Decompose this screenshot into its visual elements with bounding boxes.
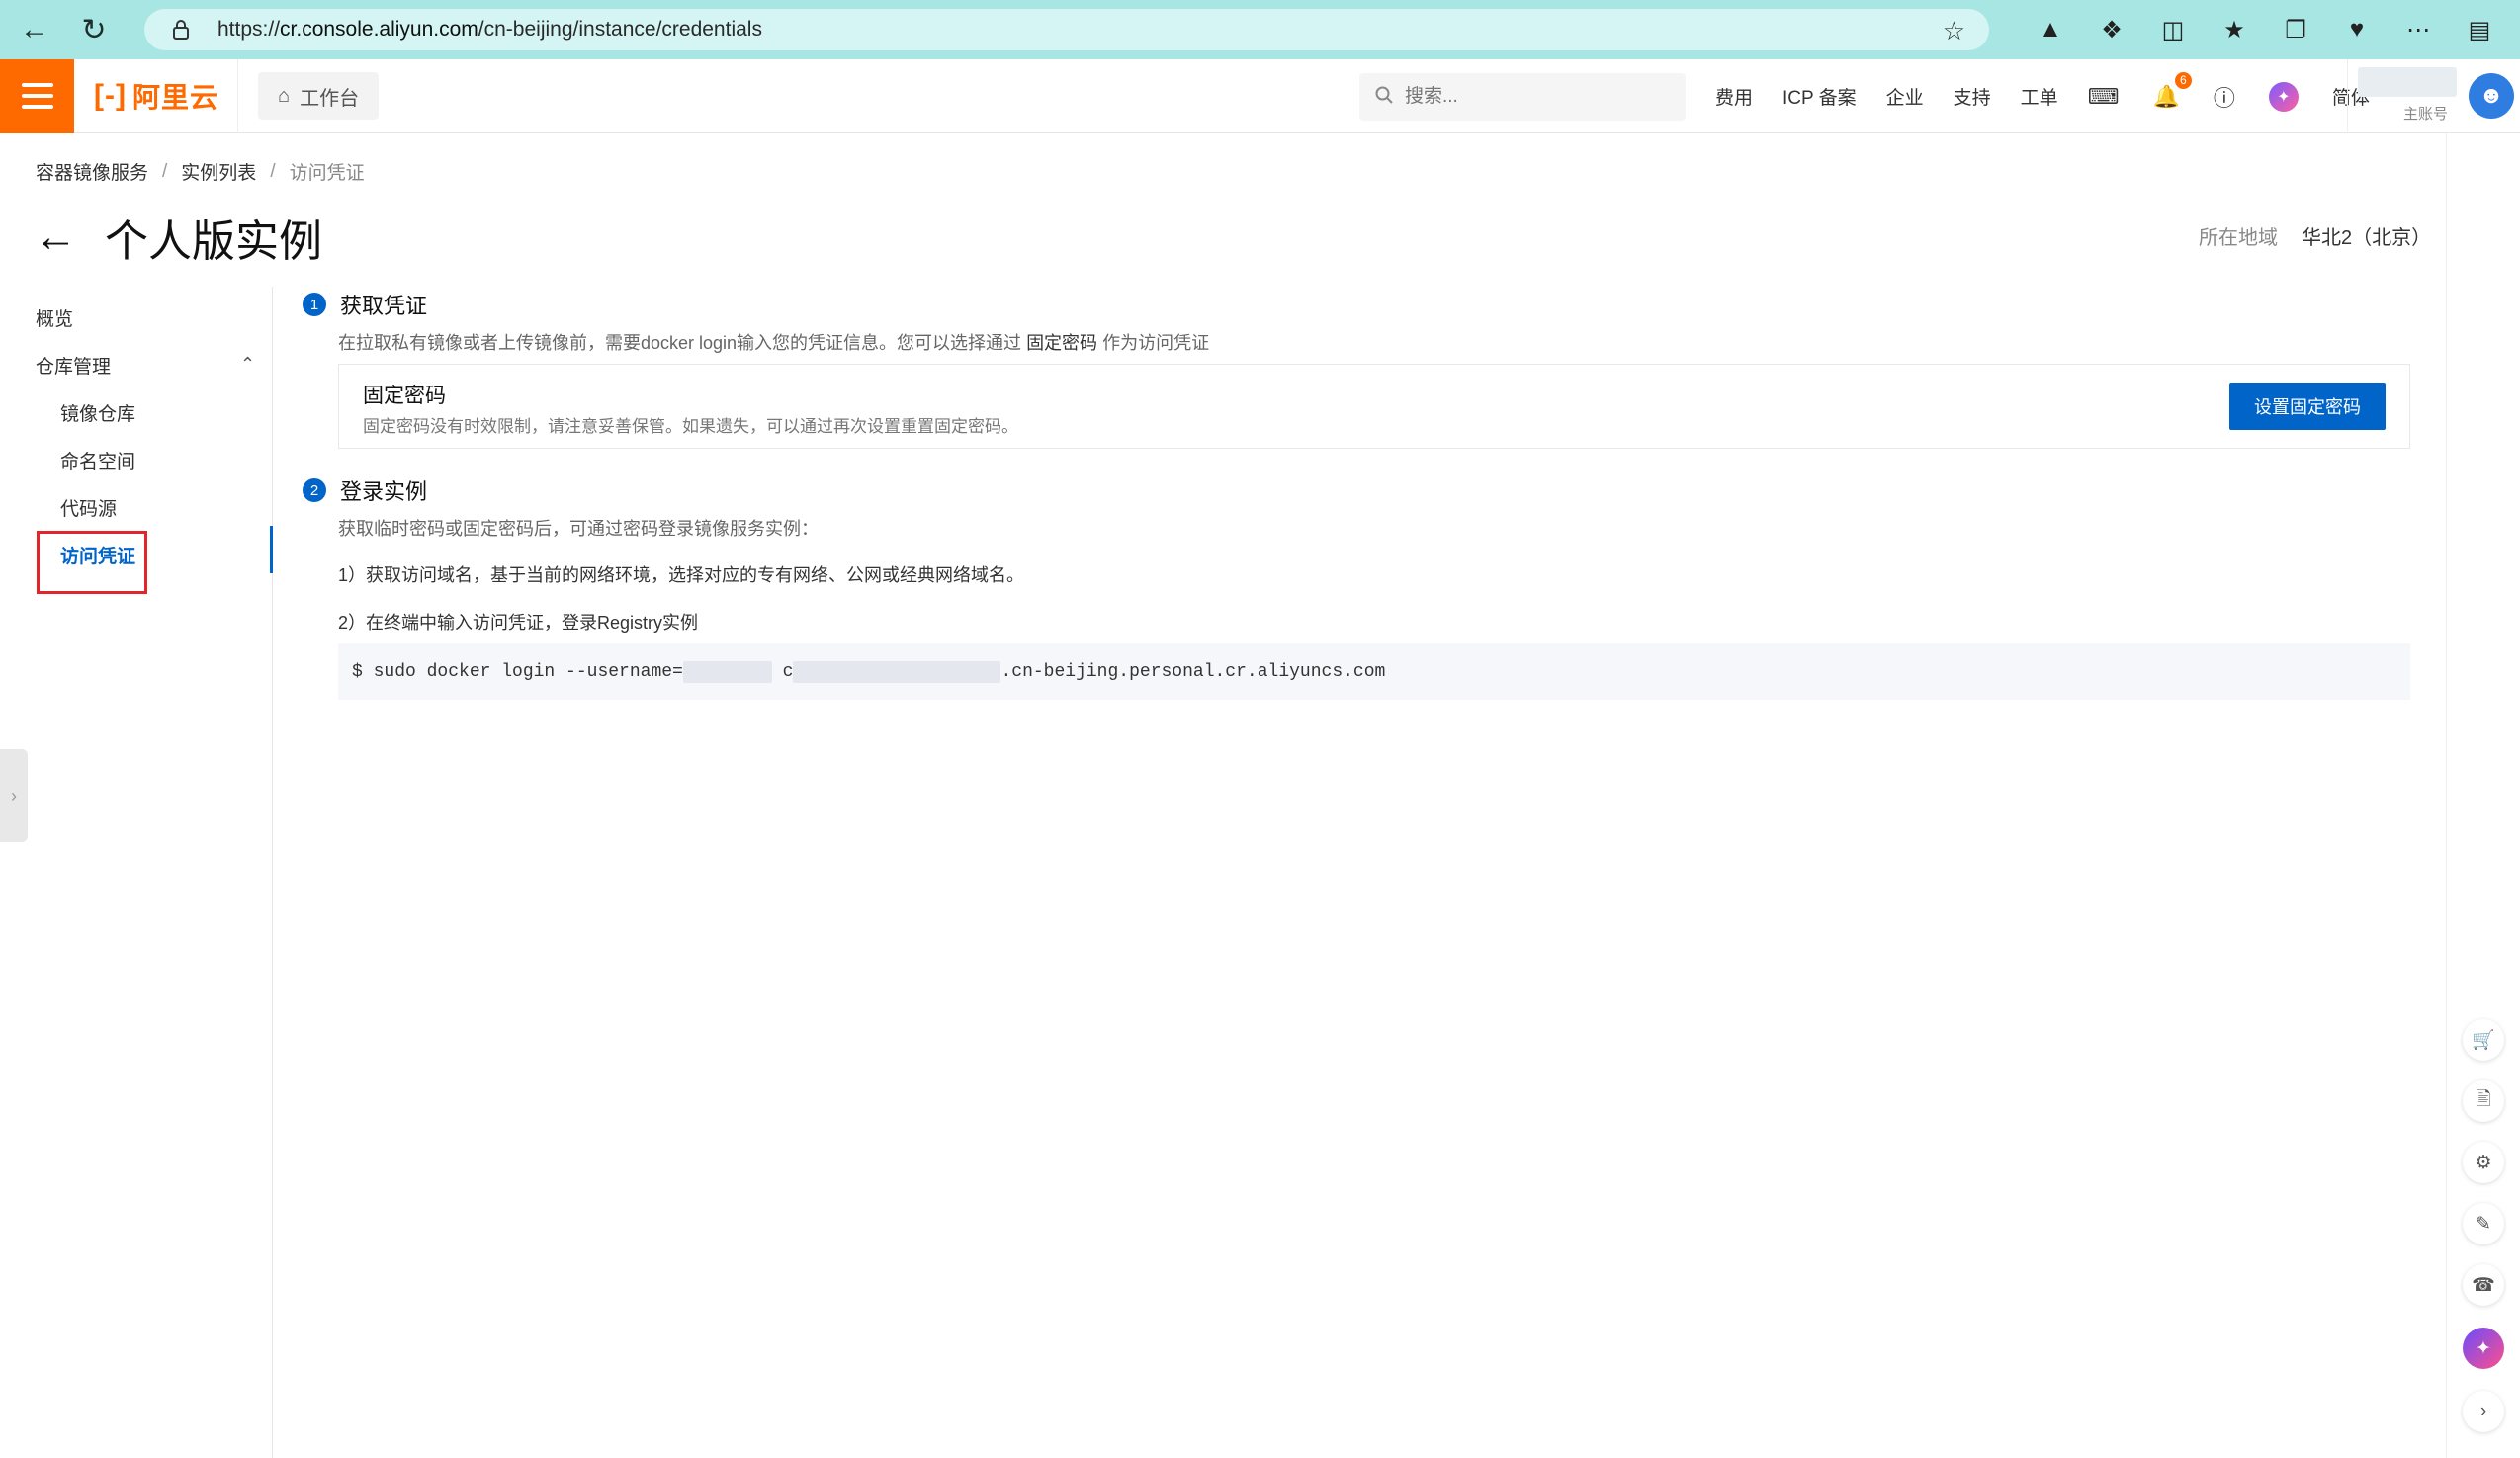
address-bar[interactable]: https://cr.console.aliyun.com/cn-beijing… — [144, 9, 1989, 50]
masked-registry-host — [793, 660, 1001, 683]
side-navigation: 概览 仓库管理 ⌃ 镜像仓库 命名空间 代码源 访问凭证 — [0, 287, 273, 1458]
step-number: 1 — [303, 293, 326, 316]
link-icp[interactable]: ICP 备案 — [1782, 83, 1857, 110]
terminal-icon[interactable]: ⌨ — [2088, 84, 2120, 110]
aliyun-logo[interactable]: [-] 阿里云 — [74, 58, 238, 133]
sidebar-toggle-icon[interactable]: ▤ — [2449, 0, 2510, 59]
step-title: 登录实例 — [340, 479, 428, 504]
page-title: 个人版实例 — [105, 217, 322, 266]
lock-icon — [168, 17, 194, 43]
ai-assistant-icon[interactable]: ✦ — [2463, 1328, 2504, 1369]
chevron-right-icon[interactable]: › — [2463, 1391, 2504, 1432]
breadcrumb-item[interactable]: 实例列表 — [181, 158, 256, 185]
extensions-icon[interactable]: ❖ — [2081, 0, 2142, 59]
fixed-password-card: 固定密码 固定密码没有时效限制，请注意妥善保管。如果遗失，可以通过再次设置重置固… — [338, 364, 2410, 449]
link-ticket[interactable]: 工单 — [2021, 83, 2058, 110]
avatar[interactable]: ☻ — [2469, 73, 2514, 119]
favorite-star-icon[interactable]: ☆ — [1943, 16, 1965, 46]
hamburger-menu-button[interactable] — [0, 58, 74, 133]
back-icon[interactable]: ← — [10, 5, 59, 54]
more-icon[interactable]: ⋯ — [2388, 0, 2449, 59]
nav-repo-management[interactable]: 仓库管理 — [36, 352, 111, 379]
nav-credentials[interactable]: 访问凭证 — [60, 542, 135, 568]
extension-triangle-icon[interactable]: ▲ — [2020, 0, 2081, 59]
expand-panel-tab[interactable]: › — [0, 749, 28, 842]
gear-icon[interactable]: ⚙ — [2463, 1142, 2504, 1183]
link-billing[interactable]: 费用 — [1715, 83, 1753, 110]
set-fixed-password-button[interactable]: 设置固定密码 — [2229, 383, 2386, 430]
bell-icon[interactable]: 🔔 6 — [2152, 71, 2192, 110]
login-command-block[interactable]: $ sudo docker login --username= c .cn-bei… — [338, 643, 2410, 700]
step-1-description: 在拉取私有镜像或者上传镜像前，需要docker login输入您的凭证信息。您可… — [338, 333, 1210, 353]
breadcrumb-item[interactable]: 容器镜像服务 — [36, 158, 148, 185]
account-menu[interactable]: 主账号 ☻ — [2347, 59, 2520, 133]
instruction-line: 2）在终端中输入访问凭证，登录Registry实例 — [338, 613, 699, 633]
step-number: 2 — [303, 478, 326, 502]
region-label: 所在地域 — [2199, 227, 2278, 249]
step-2-description: 获取临时密码或固定密码后，可通过密码登录镜像服务实例： — [338, 519, 819, 539]
help-icon[interactable]: ⓘ — [2214, 81, 2235, 113]
search-box[interactable] — [1359, 73, 1686, 121]
active-indicator — [270, 526, 273, 573]
step-title: 获取凭证 — [340, 294, 428, 318]
browser-essentials-icon[interactable]: ♥ — [2326, 0, 2388, 59]
ai-assistant-icon[interactable]: ✦ — [2268, 81, 2299, 112]
search-input[interactable] — [1405, 86, 1662, 108]
page-header: ← 个人版实例 — [34, 206, 322, 269]
region-value: 华北2（北京） — [2302, 227, 2432, 249]
link-enterprise[interactable]: 企业 — [1886, 83, 1924, 110]
fixed-password-link: 固定密码 — [1026, 333, 1098, 353]
nav-image-repo[interactable]: 镜像仓库 — [60, 399, 135, 426]
breadcrumb: 容器镜像服务 / 实例列表 / 访问凭证 — [36, 158, 365, 185]
nav-overview[interactable]: 概览 — [36, 304, 73, 331]
refresh-icon[interactable]: ↻ — [69, 5, 119, 54]
split-screen-icon[interactable]: ◫ — [2142, 0, 2204, 59]
search-icon — [1375, 86, 1393, 109]
nav-namespace[interactable]: 命名空间 — [60, 447, 135, 473]
card-description: 固定密码没有时效限制，请注意妥善保管。如果遗失，可以通过再次设置重置固定密码。 — [363, 417, 1018, 436]
browser-toolbar: ← ↻ https://cr.console.aliyun.com/cn-bei… — [0, 0, 2520, 59]
nav-code-source[interactable]: 代码源 — [60, 494, 117, 521]
edit-icon[interactable]: ✎ — [2463, 1203, 2504, 1244]
workbench-button[interactable]: ⌂ 工作台 — [258, 72, 380, 120]
url-text: https://cr.console.aliyun.com/cn-beijing… — [217, 18, 762, 41]
favorites-icon[interactable]: ★ — [2204, 0, 2265, 59]
headset-icon[interactable]: ☎ — [2463, 1264, 2504, 1306]
masked-username — [682, 660, 772, 683]
cart-icon[interactable]: 🛒 — [2463, 1019, 2504, 1061]
back-arrow-icon[interactable]: ← — [34, 213, 77, 262]
link-support[interactable]: 支持 — [1954, 83, 1991, 110]
account-role: 主账号 — [2403, 106, 2449, 123]
collections-icon[interactable]: ❐ — [2265, 0, 2326, 59]
card-title: 固定密码 — [363, 385, 446, 407]
breadcrumb-current: 访问凭证 — [289, 163, 365, 184]
notification-badge: 6 — [2174, 71, 2192, 89]
chevron-up-icon[interactable]: ⌃ — [240, 354, 255, 375]
step-2-header: 2 登录实例 — [303, 474, 427, 506]
right-toolbar: 🛒 🖹 ⚙ ✎ ☎ ✦ › — [2446, 133, 2520, 1458]
document-icon[interactable]: 🖹 — [2463, 1080, 2504, 1122]
account-name-masked — [2358, 67, 2457, 97]
console-header: [-]阿里云 ⌂工作台 费用 ICP 备案 企业 支持 工单 ⌨ 🔔6 ⓘ ✦ … — [0, 58, 2520, 133]
step-1-header: 1 获取凭证 — [303, 289, 427, 320]
instruction-line: 1）获取访问域名，基于当前的网络环境，选择对应的专有网络、公网或经典网络域名。 — [338, 565, 1025, 585]
home-icon: ⌂ — [278, 84, 291, 107]
region-info: 所在地域 华北2（北京） — [2199, 221, 2431, 250]
